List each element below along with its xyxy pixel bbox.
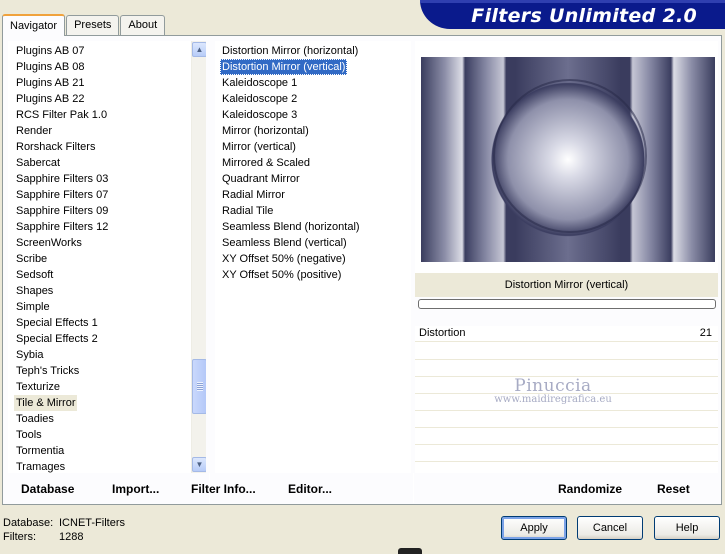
category-item[interactable]: Rorshack Filters — [14, 139, 97, 155]
category-item[interactable]: Toadies — [14, 411, 56, 427]
category-item[interactable]: Tormentia — [14, 443, 66, 459]
filter-item[interactable]: Mirror (vertical) — [220, 139, 298, 155]
category-list[interactable]: Plugins AB 07 Plugins AB 08 Plugins AB 21 P… — [8, 41, 206, 473]
scroll-thumb[interactable] — [192, 359, 206, 414]
category-item[interactable]: Sybia — [14, 347, 46, 363]
category-item[interactable]: Sapphire Filters 12 — [14, 219, 110, 235]
category-item[interactable]: Special Effects 2 — [14, 331, 100, 347]
category-item[interactable]: Plugins AB 08 — [14, 59, 87, 75]
banner-title: Filters Unlimited 2.0 — [471, 5, 697, 27]
tab-presets[interactable]: Presets — [66, 15, 120, 35]
cancel-button[interactable]: Cancel — [577, 516, 643, 540]
param-row-distortion[interactable]: Distortion 21 — [415, 326, 718, 342]
watermark: Pinuccia www.maidiregrafica.eu — [433, 376, 673, 405]
category-item[interactable]: Sabercat — [14, 155, 62, 171]
category-item[interactable]: Sapphire Filters 07 — [14, 187, 110, 203]
scroll-up-icon[interactable]: ▲ — [192, 42, 206, 57]
category-item[interactable]: Sapphire Filters 03 — [14, 171, 110, 187]
filter-item[interactable]: XY Offset 50% (negative) — [220, 251, 348, 267]
category-item[interactable]: Plugins AB 07 — [14, 43, 87, 59]
progress-bar — [418, 299, 716, 309]
category-item[interactable]: Sapphire Filters 09 — [14, 203, 110, 219]
tab-strip: Navigator Presets About — [2, 13, 166, 36]
category-item[interactable]: Shapes — [14, 283, 55, 299]
filter-item[interactable]: Mirrored & Scaled — [220, 155, 312, 171]
import-button[interactable]: Import... — [112, 478, 159, 500]
preview-area — [415, 41, 718, 291]
tab-navigator[interactable]: Navigator — [2, 14, 66, 36]
filter-item[interactable]: Distortion Mirror (vertical) — [220, 59, 348, 75]
editor-button[interactable]: Editor... — [288, 478, 332, 500]
filter-item[interactable]: Kaleidoscope 1 — [220, 75, 299, 91]
navigator-panel: Plugins AB 07 Plugins AB 08 Plugins AB 21 P… — [2, 35, 722, 505]
watermark-url: www.maidiregrafica.eu — [494, 394, 612, 405]
category-item[interactable]: Tramages — [14, 459, 67, 473]
category-item[interactable]: Plugins AB 21 — [14, 75, 87, 91]
tab-about[interactable]: About — [120, 15, 166, 35]
param-label: Distortion — [419, 327, 466, 339]
category-item[interactable]: ScreenWorks — [14, 235, 84, 251]
watermark-name: Pinuccia — [514, 376, 592, 396]
filters-count-label: Filters: — [3, 531, 36, 543]
filters-count-value: 1288 — [59, 531, 84, 543]
apply-button[interactable]: Apply — [501, 516, 567, 540]
filter-item[interactable]: Radial Tile — [220, 203, 275, 219]
param-value: 21 — [699, 327, 712, 339]
filter-item[interactable]: Seamless Blend (horizontal) — [220, 219, 362, 235]
filter-item[interactable]: Quadrant Mirror — [220, 171, 302, 187]
title-banner: Filters Unlimited 2.0 — [420, 0, 725, 29]
category-item[interactable]: Teph's Tricks — [14, 363, 81, 379]
preview-caption: Distortion Mirror (vertical) — [415, 273, 718, 297]
filter-item[interactable]: Radial Mirror — [220, 187, 287, 203]
database-button[interactable]: Database — [21, 478, 74, 500]
scroll-down-icon[interactable]: ▼ — [192, 457, 206, 472]
category-scrollbar[interactable]: ▲ ▼ — [191, 41, 206, 473]
filter-info-button[interactable]: Filter Info... — [191, 478, 256, 500]
database-label: Database: — [3, 517, 54, 529]
category-item[interactable]: Tools — [14, 427, 44, 443]
category-item[interactable]: Tile & Mirror — [14, 395, 78, 411]
filter-list[interactable]: Distortion Mirror (horizontal) Distortion… — [215, 41, 411, 473]
filter-item[interactable]: Kaleidoscope 2 — [220, 91, 299, 107]
filter-item[interactable]: XY Offset 50% (positive) — [220, 267, 343, 283]
help-button[interactable]: Help — [654, 516, 720, 540]
category-item[interactable]: Plugins AB 22 — [14, 91, 87, 107]
randomize-button[interactable]: Randomize — [558, 478, 622, 500]
preview-image[interactable] — [421, 57, 715, 262]
status-area: Database: ICNET-Filters Filters: 1288 — [3, 516, 125, 544]
database-value: ICNET-Filters — [59, 517, 125, 529]
category-item[interactable]: Sedsoft — [14, 267, 55, 283]
category-item[interactable]: Simple — [14, 299, 52, 315]
category-item[interactable]: Texturize — [14, 379, 62, 395]
category-item[interactable]: Special Effects 1 — [14, 315, 100, 331]
filter-item[interactable]: Seamless Blend (vertical) — [220, 235, 349, 251]
filter-item[interactable]: Kaleidoscope 3 — [220, 107, 299, 123]
category-item[interactable]: Scribe — [14, 251, 49, 267]
reset-button[interactable]: Reset — [657, 478, 690, 500]
filter-item[interactable]: Mirror (horizontal) — [220, 123, 311, 139]
category-item[interactable]: Render — [14, 123, 54, 139]
filter-item[interactable]: Distortion Mirror (horizontal) — [220, 43, 360, 59]
category-item[interactable]: RCS Filter Pak 1.0 — [14, 107, 109, 123]
